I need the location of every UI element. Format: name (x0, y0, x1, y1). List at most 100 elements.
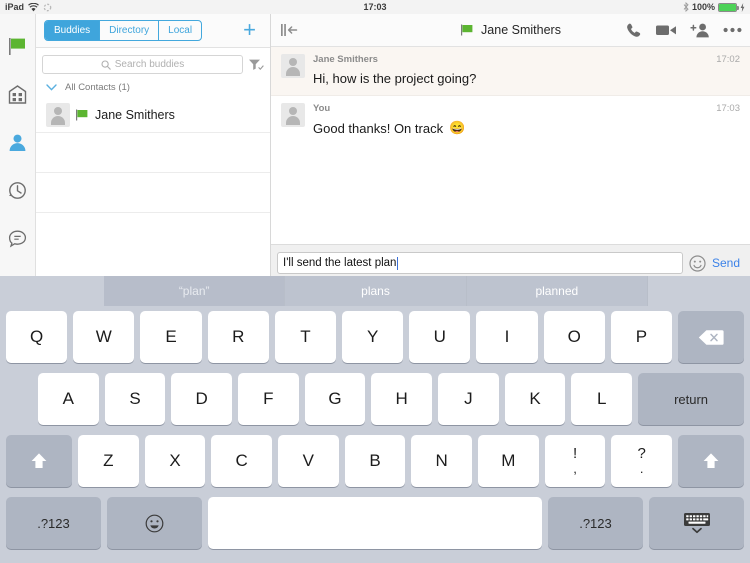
rail-item-status-flag[interactable] (0, 22, 36, 70)
sidebar-toolbar: Buddies Directory Local + (36, 14, 270, 48)
status-bar-time: 17:03 (363, 2, 387, 12)
tab-local[interactable]: Local (159, 21, 201, 40)
numeric-key-right[interactable]: .?123 (548, 497, 643, 549)
key-x[interactable]: X (144, 435, 206, 487)
key-m[interactable]: M (478, 435, 539, 487)
call-icon[interactable] (625, 22, 642, 39)
message-input-value: I'll send the latest plan (283, 257, 397, 269)
message-time: 17:02 (716, 54, 740, 65)
list-item-empty (36, 173, 270, 213)
rail-item-recents[interactable] (0, 166, 36, 214)
more-options-icon[interactable] (723, 27, 742, 33)
list-item-empty (36, 133, 270, 173)
tab-buddies[interactable]: Buddies (45, 21, 101, 40)
key-o[interactable]: O (543, 311, 605, 363)
key-j[interactable]: J (438, 373, 499, 425)
chevron-down-icon (46, 84, 57, 91)
key-n[interactable]: N (411, 435, 473, 487)
send-button[interactable]: Send (712, 256, 744, 270)
keyboard-row-2: A S D F G H J K L return (0, 368, 750, 430)
emoji-keyboard-key[interactable] (107, 497, 202, 549)
key-d[interactable]: D (171, 373, 233, 425)
filter-check-icon[interactable] (248, 58, 264, 71)
key-c[interactable]: C (211, 435, 273, 487)
bluetooth-icon (683, 2, 689, 12)
shift-key-right[interactable] (678, 435, 745, 487)
contact-group-header[interactable]: All Contacts (1) (36, 80, 270, 98)
hide-keyboard-key[interactable] (649, 497, 744, 549)
keyboard-row-1: Q W E R T Y U I O P (0, 306, 750, 368)
chats-icon (7, 228, 28, 249)
emoji-keyboard-icon (145, 514, 164, 533)
tab-directory[interactable]: Directory (100, 21, 160, 40)
charging-bolt-icon (740, 2, 745, 12)
add-participant-icon[interactable] (690, 22, 710, 38)
prediction-2[interactable]: planned (466, 276, 648, 306)
video-call-icon[interactable] (655, 23, 677, 37)
key-question-label: ? (637, 445, 646, 463)
backspace-icon (698, 329, 724, 346)
predict-spacer-left (0, 276, 104, 306)
key-w[interactable]: W (73, 311, 135, 363)
key-b[interactable]: B (344, 435, 406, 487)
key-v[interactable]: V (278, 435, 339, 487)
return-key[interactable]: return (638, 373, 745, 425)
message-text: Hi, how is the project going? (313, 71, 477, 86)
add-contact-button[interactable]: + (243, 18, 262, 41)
shift-icon (29, 451, 49, 471)
list-item[interactable]: Jane Smithers (36, 98, 270, 133)
avatar (46, 103, 70, 127)
message-body: Jane Smithers Hi, how is the project goi… (313, 54, 740, 86)
chat-header: Jane Smithers (271, 14, 750, 47)
keyboard-row-4: .?123 .?123 (0, 492, 750, 554)
key-z[interactable]: Z (78, 435, 139, 487)
backspace-key[interactable] (678, 311, 745, 363)
prediction-1[interactable]: plans (285, 276, 467, 306)
key-t[interactable]: T (274, 311, 337, 363)
rail-item-contacts[interactable] (0, 118, 36, 166)
shift-key-left[interactable] (6, 435, 72, 487)
key-k[interactable]: K (504, 373, 566, 425)
message-sender: You (313, 103, 331, 114)
contacts-icon (7, 132, 28, 153)
numeric-key-left[interactable]: .?123 (6, 497, 101, 549)
key-l[interactable]: L (571, 373, 633, 425)
contact-group-label: All Contacts (1) (65, 82, 130, 93)
search-input[interactable]: Search buddies (42, 55, 243, 74)
search-icon (101, 59, 111, 70)
key-q[interactable]: Q (6, 311, 68, 363)
key-g[interactable]: G (304, 373, 366, 425)
avatar (281, 103, 305, 127)
key-u[interactable]: U (409, 311, 471, 363)
key-period-label: . (639, 461, 644, 477)
key-exclaim-comma[interactable]: ! , (544, 435, 606, 487)
key-question-period[interactable]: ? . (611, 435, 673, 487)
chat-title-label: Jane Smithers (481, 23, 561, 37)
emoji-icon[interactable] (689, 254, 706, 272)
key-a[interactable]: A (38, 373, 99, 425)
collapse-panel-icon[interactable] (279, 23, 299, 37)
key-i[interactable]: I (476, 311, 538, 363)
hide-keyboard-icon (682, 511, 712, 535)
key-s[interactable]: S (104, 373, 166, 425)
status-bar: iPad 17:03 100% (0, 0, 750, 14)
predict-spacer-right (648, 276, 750, 306)
rail-item-chats[interactable] (0, 214, 36, 262)
prediction-0[interactable]: “plan” (104, 276, 286, 306)
rail-item-dashboard[interactable] (0, 70, 36, 118)
key-y[interactable]: Y (342, 311, 404, 363)
key-exclaim-label: ! (572, 445, 578, 463)
key-e[interactable]: E (140, 311, 202, 363)
message-input[interactable]: I'll send the latest plan (277, 252, 683, 274)
battery-percent-label: 100% (691, 2, 715, 12)
key-p[interactable]: P (610, 311, 673, 363)
ipad-messaging-app: iPad 17:03 100% Buddies Directory Local … (0, 0, 750, 563)
space-key[interactable] (208, 497, 542, 549)
key-f[interactable]: F (238, 373, 299, 425)
message-emoji: 😄 (449, 120, 466, 135)
key-h[interactable]: H (371, 373, 433, 425)
message-list: Jane Smithers Hi, how is the project goi… (271, 47, 750, 244)
key-r[interactable]: R (207, 311, 269, 363)
onscreen-keyboard: “plan” plans planned Q W E R T Y U I O P (0, 276, 750, 563)
text-caret (397, 256, 399, 270)
